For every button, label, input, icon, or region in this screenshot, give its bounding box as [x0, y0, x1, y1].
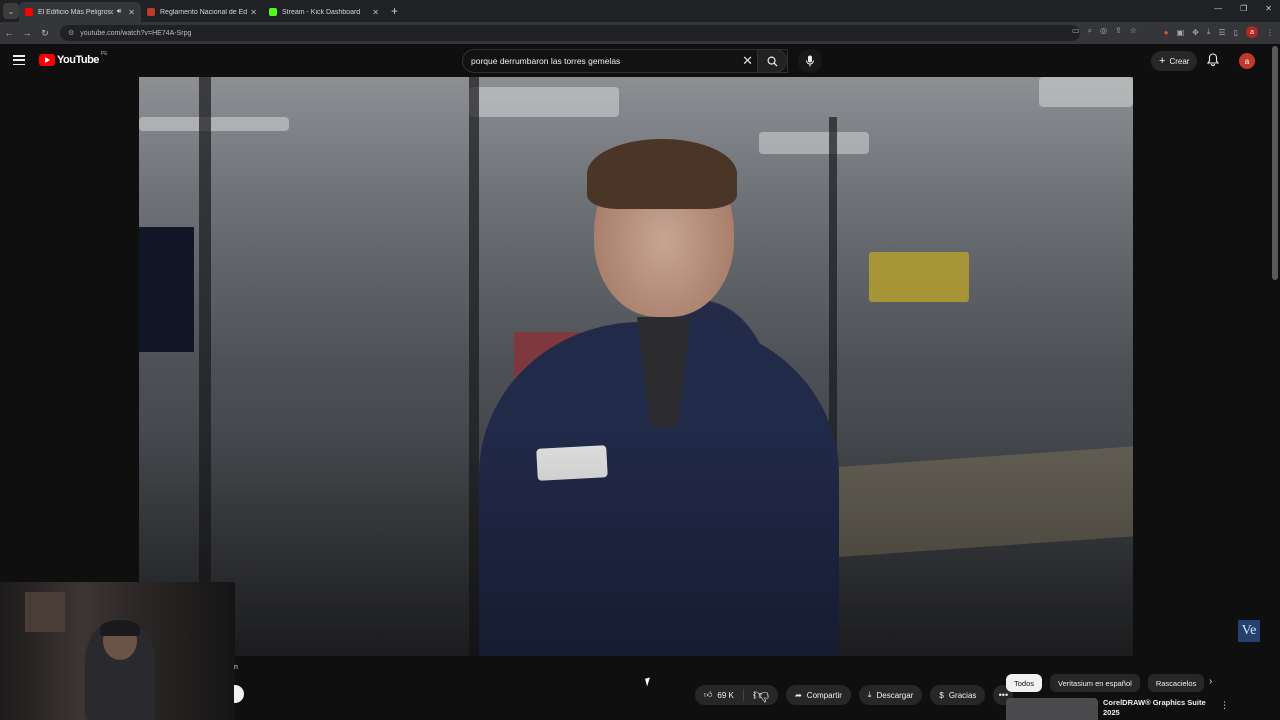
suggested-video[interactable]: CorelDRAW® Graphics Suite 2025 ⋮ — [1006, 698, 1229, 720]
like-button[interactable]: 👍︎ 69 K — [695, 689, 744, 701]
tab-close-icon[interactable]: ✕ — [372, 8, 379, 17]
menu-hamburger-icon[interactable] — [13, 55, 25, 65]
webcam-person-cap — [100, 620, 140, 636]
create-button[interactable]: + Crear — [1151, 51, 1198, 71]
create-label: Crear — [1169, 56, 1190, 66]
tab-close-icon[interactable]: ✕ — [128, 8, 135, 17]
extension-icon[interactable]: ▣ — [1177, 28, 1185, 37]
zoom-icon[interactable]: ⌕ — [1088, 26, 1092, 36]
webcam-background-shelf — [25, 592, 65, 632]
back-icon[interactable]: ← — [0, 28, 18, 38]
channel-watermark[interactable]: Ve — [1238, 620, 1260, 642]
chip-veritasium[interactable]: Veritasium en español — [1050, 674, 1140, 692]
sidebar-icon[interactable]: ▯ — [1234, 28, 1238, 37]
page-favicon-icon — [147, 8, 155, 16]
window-controls: — ❐ ✕ — [1214, 4, 1272, 13]
tab-reglamento[interactable]: Reglamento Nacional de Edifica ✕ — [141, 2, 263, 22]
account-avatar[interactable]: a — [1239, 53, 1255, 69]
reload-icon[interactable]: ↻ — [36, 28, 54, 39]
suggested-thumbnail[interactable] — [1006, 698, 1098, 720]
extension-record-icon[interactable]: ● — [1164, 28, 1169, 37]
like-count: 69 K — [717, 690, 734, 700]
subscribe-button-edge[interactable] — [234, 685, 244, 703]
kick-favicon-icon — [269, 8, 277, 16]
bell-icon — [1206, 53, 1220, 66]
url-text: youtube.com/watch?v=HE74A-Srpg — [80, 29, 192, 37]
related-filter-chips: Todos Veritasium en español Rascacielos — [1006, 674, 1205, 692]
download-icon[interactable]: ⤓ — [1207, 27, 1211, 37]
like-dislike-group: 👍︎ 69 K 👎︎ — [695, 685, 779, 705]
plus-icon: + — [1159, 55, 1166, 67]
suggested-title[interactable]: CorelDRAW® Graphics Suite 2025 — [1103, 698, 1213, 720]
minimize-icon[interactable]: — — [1214, 4, 1222, 13]
thanks-label: Gracias — [948, 690, 977, 700]
tab-youtube[interactable]: El Edificio Más Peligroso del 🔊︎ ✕ — [19, 2, 141, 22]
clear-search-icon[interactable]: ✕ — [742, 53, 753, 69]
tab-kick[interactable]: Stream - Kick Dashboard ✕ — [263, 2, 385, 22]
video-player[interactable] — [139, 77, 1133, 656]
mouse-cursor-icon — [645, 677, 652, 687]
kebab-menu-icon[interactable]: ⋮ — [1220, 700, 1229, 711]
share-label: Compartir — [806, 690, 842, 700]
video-actions: 👍︎ 69 K 👎︎ ➦ Compartir ⤓ Descargar $ Gra… — [695, 685, 1014, 705]
extensions-puzzle-icon[interactable]: ✥ — [1192, 28, 1199, 37]
bookmark-star-icon[interactable]: ☆ — [1130, 26, 1137, 36]
tab-groups-icon[interactable]: ☰ — [1218, 28, 1225, 37]
youtube-logo[interactable]: YouTube PE — [39, 51, 108, 66]
video-shade — [139, 77, 1133, 656]
search-box: ✕ — [462, 49, 788, 73]
youtube-favicon-icon — [25, 8, 33, 16]
truncated-text: n — [234, 664, 238, 671]
dislike-button[interactable]: 👎︎ — [744, 686, 778, 705]
microphone-icon — [806, 55, 814, 67]
chip-rascacielos[interactable]: Rascacielos — [1147, 674, 1205, 692]
tab-title: Reglamento Nacional de Edifica — [160, 8, 248, 16]
youtube-masthead: YouTube PE ✕ + Crear a — [0, 44, 1280, 78]
voice-search-button[interactable] — [798, 49, 822, 73]
cast-icon[interactable]: ▭ — [1072, 26, 1080, 36]
thanks-button[interactable]: $ Gracias — [930, 685, 986, 705]
thanks-icon: $ — [939, 690, 944, 700]
thumbs-down-icon: 👎︎ — [752, 686, 770, 704]
extensions-area: ● ▣ ✥ ⤓ ☰ ▯ a ⋮ — [1164, 26, 1274, 38]
chevron-right-icon[interactable]: › — [1209, 676, 1212, 687]
notifications-button[interactable] — [1206, 53, 1220, 71]
streamer-webcam-overlay — [0, 582, 235, 720]
logo-text: YouTube — [57, 54, 99, 66]
share-page-icon[interactable]: ⇪ — [1115, 26, 1122, 36]
tab-title: El Edificio Más Peligroso del — [38, 8, 113, 16]
eye-off-icon[interactable]: ◎ — [1100, 26, 1107, 36]
tab-search-icon[interactable]: ⌄ — [3, 3, 19, 19]
share-icon: ➦ — [795, 690, 802, 700]
forward-icon[interactable]: → — [18, 28, 36, 38]
tab-close-icon[interactable]: ✕ — [250, 8, 257, 17]
site-info-icon[interactable]: ⚙ — [68, 29, 74, 37]
download-button[interactable]: ⤓ Descargar — [858, 685, 923, 705]
browser-menu-icon[interactable]: ⋮ — [1266, 28, 1274, 37]
search-button[interactable] — [757, 49, 787, 73]
thumbs-up-icon: 👍︎ — [704, 690, 713, 699]
profile-avatar[interactable]: a — [1246, 26, 1258, 38]
page-scrollbar[interactable] — [1272, 46, 1278, 280]
download-arrow-icon: ⤓ — [867, 690, 872, 699]
new-tab-icon[interactable]: + — [391, 4, 398, 18]
download-label: Descargar — [876, 690, 914, 700]
browser-toolbar: ← → ↻ ⚙ youtube.com/watch?v=HE74A-Srpg ▭… — [0, 22, 1280, 44]
address-bar-icons: ▭ ⌕ ◎ ⇪ ☆ — [1072, 26, 1137, 36]
youtube-play-icon — [39, 54, 55, 66]
restore-icon[interactable]: ❐ — [1240, 4, 1247, 13]
speaker-icon[interactable]: 🔊︎ — [117, 8, 121, 16]
search-icon — [767, 56, 778, 67]
address-bar[interactable]: ⚙ youtube.com/watch?v=HE74A-Srpg — [60, 25, 1080, 41]
chip-all[interactable]: Todos — [1006, 674, 1043, 692]
share-button[interactable]: ➦ Compartir — [786, 685, 851, 705]
browser-tabstrip: ⌄ El Edificio Más Peligroso del 🔊︎ ✕ Reg… — [0, 0, 1280, 22]
tab-title: Stream - Kick Dashboard — [282, 8, 361, 16]
search-input[interactable] — [471, 56, 741, 66]
region-code: PE — [100, 51, 108, 57]
close-window-icon[interactable]: ✕ — [1265, 4, 1272, 13]
